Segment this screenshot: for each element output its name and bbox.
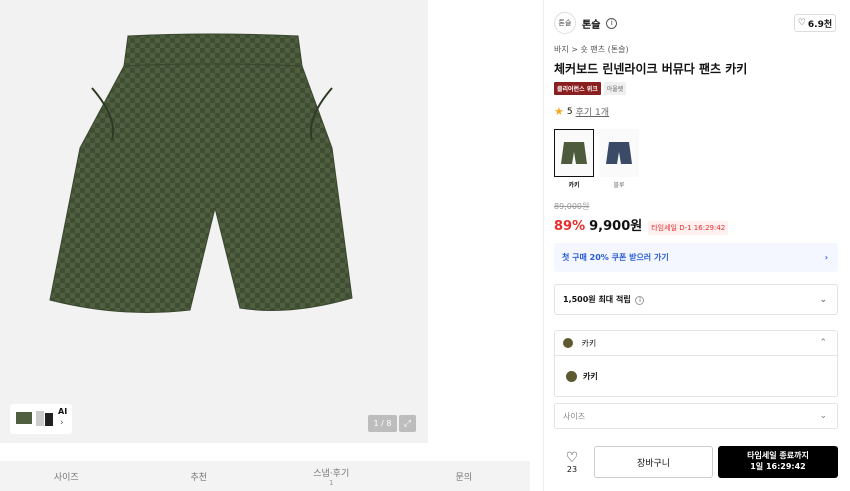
brand-like-button[interactable]: ♡ 6.9천 xyxy=(794,14,836,32)
buy-button-line1: 타임세일 종료까지 xyxy=(747,451,809,461)
gallery-gutter xyxy=(428,0,530,461)
size-select[interactable]: 사이즈 ⌄ xyxy=(554,403,838,429)
chevron-down-icon: ⌄ xyxy=(819,294,827,305)
tab-size[interactable]: 사이즈 xyxy=(0,461,133,491)
tab-recommend[interactable]: 추천 xyxy=(133,461,266,491)
rating-row: ★ 5 후기 1개 xyxy=(554,105,609,118)
heart-icon: ♡ xyxy=(797,18,806,28)
color-option-blue[interactable] xyxy=(599,129,639,177)
points-info-icon[interactable]: i xyxy=(635,296,645,305)
outlet-badge: 아울렛 xyxy=(603,82,627,95)
product-info-panel: 톤슬 톤슬 i ♡ 6.9천 바지 > 숏 팬츠 (톤슬) 체커보드 린넨라이크… xyxy=(543,0,850,491)
khaki-shorts-thumb xyxy=(561,142,587,164)
breadcrumb[interactable]: 바지 > 숏 팬츠 (톤슬) xyxy=(554,44,629,55)
color-option-item[interactable]: 카키 xyxy=(554,356,838,397)
option-swatch-dot xyxy=(566,370,577,382)
chevron-right-icon: › xyxy=(824,253,828,262)
product-image-gallery[interactable]: AI › 1 / 8 ⤢ xyxy=(0,0,428,443)
timesale-badge: 타임세일 D-1 16:29:42 xyxy=(648,221,729,235)
star-icon: ★ xyxy=(554,105,564,118)
badges: 클리어런스 위크 아울렛 xyxy=(554,82,627,95)
image-counter: 1 / 8 xyxy=(368,415,397,432)
review-link[interactable]: 후기 1개 xyxy=(576,105,609,118)
product-tabs: 사이즈 추천 스냅·후기 1 문의 xyxy=(0,461,530,491)
tab-snap-review[interactable]: 스냅·후기 1 xyxy=(265,461,398,491)
brand-name[interactable]: 톤슬 xyxy=(582,16,600,31)
color-swatch-dot xyxy=(563,338,573,348)
size-select-placeholder: 사이즈 xyxy=(563,411,586,421)
ai-label: AI xyxy=(58,407,68,416)
buy-button-line2: 1일 16:29:42 xyxy=(750,462,806,471)
blue-shorts-thumb xyxy=(606,142,632,164)
product-title: 체커보드 린넨라이크 버뮤다 팬츠 카키 xyxy=(554,62,748,76)
thumb-chevron-icon[interactable]: › xyxy=(60,418,64,428)
wishlist-button[interactable]: ♡ 23 xyxy=(554,451,590,474)
wishlist-count: 23 xyxy=(566,464,578,474)
discount-rate: 89% xyxy=(554,219,586,234)
points-text: 1,500원 최대 적립 xyxy=(563,295,631,304)
color-select-value: 카키 xyxy=(581,338,597,348)
brand-like-count: 6.9천 xyxy=(807,19,833,30)
purchase-bar: ♡ 23 장바구니 타임세일 종료까지 1일 16:29:42 xyxy=(554,444,844,480)
product-image-khaki-shorts xyxy=(49,33,353,313)
color-option-khaki-label: 카키 xyxy=(568,182,580,189)
brand-logo[interactable]: 톤슬 xyxy=(554,12,576,34)
buy-now-button[interactable]: 타임세일 종료까지 1일 16:29:42 xyxy=(718,446,838,478)
tab-inquiry[interactable]: 문의 xyxy=(398,461,531,491)
brand-row[interactable]: 톤슬 톤슬 i xyxy=(554,12,618,34)
points-accordion[interactable]: 1,500원 최대 적립 i ⌄ xyxy=(554,284,838,315)
heart-icon: ♡ xyxy=(565,449,579,466)
price-row: 89% 9,900원 타임세일 D-1 16:29:42 xyxy=(554,215,729,235)
first-purchase-coupon-banner[interactable]: 첫 구매 20% 쿠폰 받으러 가기 › xyxy=(554,243,838,272)
chevron-down-icon: ⌄ xyxy=(819,411,827,421)
coupon-text: 첫 구매 20% 쿠폰 받으러 가기 xyxy=(562,253,669,262)
expand-icon[interactable]: ⤢ xyxy=(399,415,416,432)
clearance-badge: 클리어런스 위크 xyxy=(554,82,601,95)
original-price: 89,000원 xyxy=(554,202,590,211)
color-option-khaki[interactable] xyxy=(554,129,594,177)
info-icon[interactable]: i xyxy=(606,17,618,29)
chevron-up-icon: ⌃ xyxy=(819,338,827,348)
color-option-blue-label: 블루 xyxy=(613,182,625,189)
color-select[interactable]: 카키 ⌃ xyxy=(554,330,838,356)
add-to-cart-button[interactable]: 장바구니 xyxy=(594,446,713,478)
rating-value: 5 xyxy=(566,106,573,117)
sale-price: 9,900원 xyxy=(589,219,643,234)
thumbnail-images xyxy=(16,411,53,426)
color-option-item-label: 카키 xyxy=(583,371,598,381)
